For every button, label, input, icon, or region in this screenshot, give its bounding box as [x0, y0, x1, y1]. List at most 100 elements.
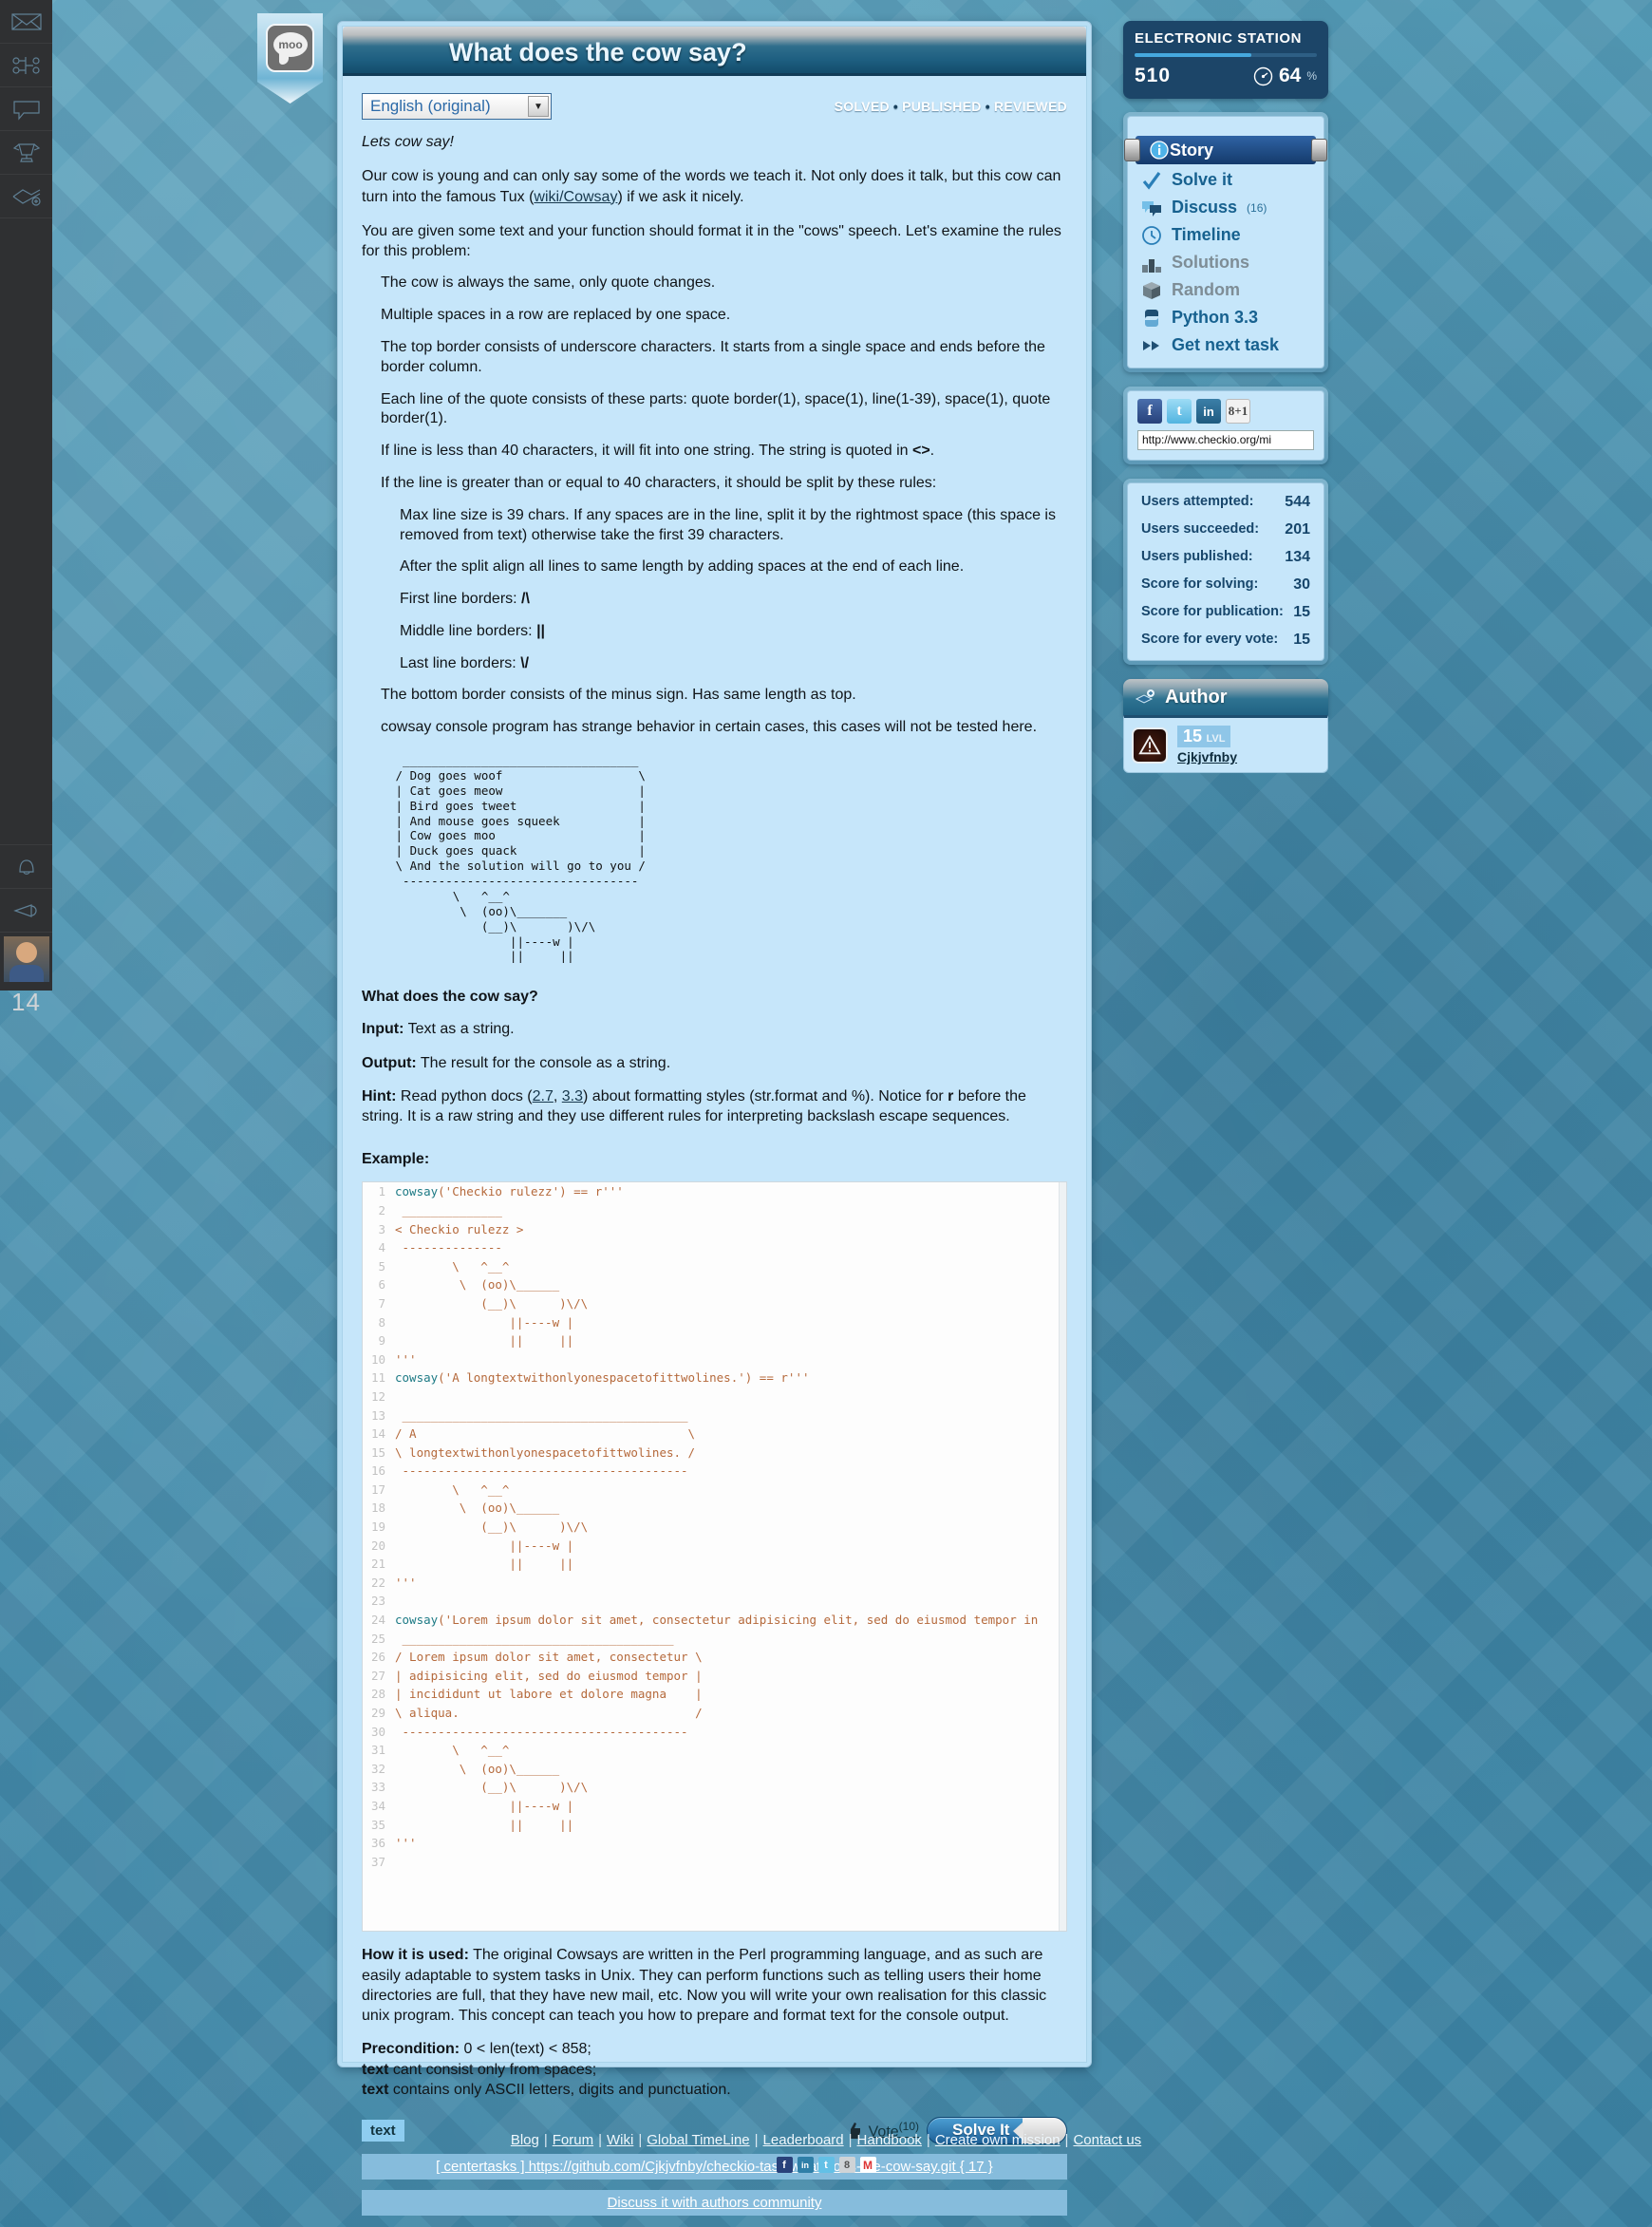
rail-item-messages[interactable]	[0, 87, 52, 131]
station-panel: ELECTRONIC STATION 510 64 %	[1123, 21, 1328, 99]
footer-link-handbook[interactable]: Handbook	[857, 2132, 922, 2148]
code-line: 33 (__)\ )\/\	[363, 1778, 1066, 1797]
rule-item: The top border consists of underscore ch…	[381, 338, 1045, 375]
code-line: 26 / Lorem ipsum dolor sit amet, consecte…	[363, 1648, 1066, 1667]
sidebar-item-get-next-task[interactable]: Get next task	[1128, 331, 1323, 359]
twitter-icon[interactable]: t	[1167, 399, 1192, 424]
code-line-number: 3	[378, 1221, 385, 1236]
sidebar-item-random[interactable]: Random	[1128, 276, 1323, 304]
clock-icon	[1141, 225, 1162, 246]
footer-separator: |	[638, 2132, 643, 2148]
python-27-docs-link[interactable]: 2.7	[533, 1088, 554, 1104]
linkedin-icon[interactable]: in	[1196, 399, 1221, 424]
sidebar-item-python[interactable]: Python 3.3	[1128, 304, 1323, 331]
footer-separator: |	[754, 2132, 759, 2148]
stat-row: Users succeeded: 201	[1141, 521, 1310, 538]
sub-rule-item: After the split align all lines to same …	[400, 558, 965, 576]
section-title: What does the cow say?	[362, 989, 538, 1006]
sidebar-item-story[interactable]: Story	[1124, 136, 1327, 164]
stats-panel: Users attempted: 544 Users succeeded: 201 …	[1123, 479, 1328, 665]
rail-item-trophy[interactable]	[0, 131, 52, 175]
rail-item-announcements[interactable]	[0, 889, 52, 933]
code-line-number: 34	[370, 1798, 385, 1813]
sidebar-item-label: Get next task	[1172, 335, 1280, 354]
mail-icon	[10, 9, 43, 34]
author-name-link[interactable]: Cjkjvfnby	[1177, 749, 1320, 764]
code-line-number: 11	[370, 1370, 385, 1386]
comments-icon	[1141, 198, 1162, 218]
twitter-icon[interactable]: t	[817, 2157, 835, 2173]
googleplus-icon[interactable]: 8+1	[1226, 399, 1250, 424]
code-line: 37	[363, 1853, 1066, 1872]
code-line: 35 || ||	[363, 1816, 1066, 1835]
rail-item-map-add[interactable]	[0, 175, 52, 218]
avatar[interactable]	[3, 936, 49, 982]
facebook-icon[interactable]: f	[776, 2157, 793, 2173]
footer-link-global-timeline[interactable]: Global TimeLine	[647, 2132, 749, 2148]
code-line-number: 8	[378, 1314, 385, 1330]
footer-link-wiki[interactable]: Wiki	[607, 2132, 633, 2148]
stat-row: Users published: 134	[1141, 549, 1310, 566]
task-card-inner: moo What does the cow say? English (orig…	[257, 13, 1087, 2217]
code-line-text: \ (oo)\______	[395, 1761, 560, 1776]
stat-label: Score for every vote:	[1141, 632, 1279, 648]
precondition-value: 0 < len(text) < 858;	[460, 2041, 591, 2058]
hint-b: ) about formatting styles (str.format an…	[583, 1087, 948, 1104]
right-sidebar: ELECTRONIC STATION 510 64 % Story Solve …	[1123, 21, 1328, 773]
language-select[interactable]: English (original) ▼	[362, 93, 552, 120]
sidebar-item-label: Python 3.3	[1172, 308, 1259, 327]
code-line-text: || ||	[395, 1557, 574, 1572]
chevron-down-icon[interactable]: ▼	[528, 96, 549, 117]
code-line: 14 / A \	[363, 1425, 1066, 1444]
station-points: 510	[1135, 65, 1172, 86]
python-33-docs-link[interactable]: 3.3	[562, 1088, 583, 1104]
social-share-panel: f t in 8+1 http://www.checkio.org/mi	[1123, 387, 1328, 464]
rule-border-middle: Middle line borders: ||	[400, 622, 1067, 642]
code-example-block[interactable]: 1 cowsay('Checkio rulezz') == r''' 2 _____…	[362, 1181, 1067, 1933]
code-line: 28 | incididunt ut labore et dolore magna…	[363, 1685, 1066, 1704]
stat-row: Score for publication: 15	[1141, 604, 1310, 621]
code-line-number: 30	[370, 1724, 385, 1739]
footer-link-contact-us[interactable]: Contact us	[1073, 2132, 1141, 2148]
code-line-number: 21	[370, 1557, 385, 1572]
sidebar-item-solutions[interactable]: Solutions	[1128, 249, 1323, 276]
googleplus-icon[interactable]: 8	[838, 2157, 855, 2173]
sidebar-item-timeline[interactable]: Timeline	[1128, 221, 1323, 249]
footer-link-leaderboard[interactable]: Leaderboard	[763, 2132, 844, 2148]
rule-bottom-border: The bottom border consists of the minus …	[381, 687, 856, 704]
author-level-badge: 15 LVL	[1177, 726, 1231, 747]
facebook-icon[interactable]: f	[1137, 399, 1162, 424]
rail-item-network[interactable]	[0, 44, 52, 87]
footer-link-create-own-mission[interactable]: Create own mission	[935, 2132, 1061, 2148]
nav-top-strip	[1128, 123, 1323, 136]
nav-panel: Story Solve it Discuss (16) Timeline Sol…	[1123, 112, 1328, 372]
linkedin-icon[interactable]: in	[797, 2157, 814, 2173]
cowsay-wiki-link[interactable]: wiki/Cowsay	[534, 189, 617, 205]
author-avatar[interactable]	[1132, 727, 1168, 764]
task-card: moo What does the cow say? English (orig…	[257, 13, 1092, 2217]
share-url-input[interactable]: http://www.checkio.org/mi	[1137, 430, 1314, 450]
nav-active-highlight[interactable]: Story	[1136, 136, 1316, 164]
footer-link-blog[interactable]: Blog	[511, 2132, 539, 2148]
rail-avatar-block[interactable]: 14	[0, 936, 52, 1017]
code-line: 21 || ||	[363, 1555, 1066, 1574]
footer-link-forum[interactable]: Forum	[553, 2132, 593, 2148]
hint-a: Read python docs (	[396, 1087, 533, 1104]
rail-item-mail[interactable]	[0, 0, 52, 44]
code-line-number: 25	[370, 1631, 385, 1646]
footer-separator: |	[1064, 2132, 1069, 2148]
page-footer: Blog | Forum | Wiki | Global TimeLine | Leaderbo…	[0, 2132, 1652, 2173]
border-middle-value: ||	[536, 622, 546, 639]
code-line-number: 20	[370, 1538, 385, 1553]
sidebar-item-discuss[interactable]: Discuss (16)	[1128, 194, 1323, 221]
discuss-community-link[interactable]: Discuss it with authors community	[362, 2190, 1067, 2217]
moo-bubble-icon: moo	[273, 32, 308, 65]
border-last-value: \/	[520, 654, 530, 671]
code-line-text: '''	[395, 1575, 417, 1590]
rail-item-notifications[interactable]	[0, 845, 52, 889]
footer-separator: |	[543, 2132, 548, 2148]
megaphone-icon	[10, 898, 43, 923]
sidebar-item-solve-it[interactable]: Solve it	[1128, 166, 1323, 194]
author-meta: 15 LVL Cjkjvfnby	[1177, 726, 1320, 764]
gmail-icon[interactable]: M	[859, 2157, 876, 2173]
